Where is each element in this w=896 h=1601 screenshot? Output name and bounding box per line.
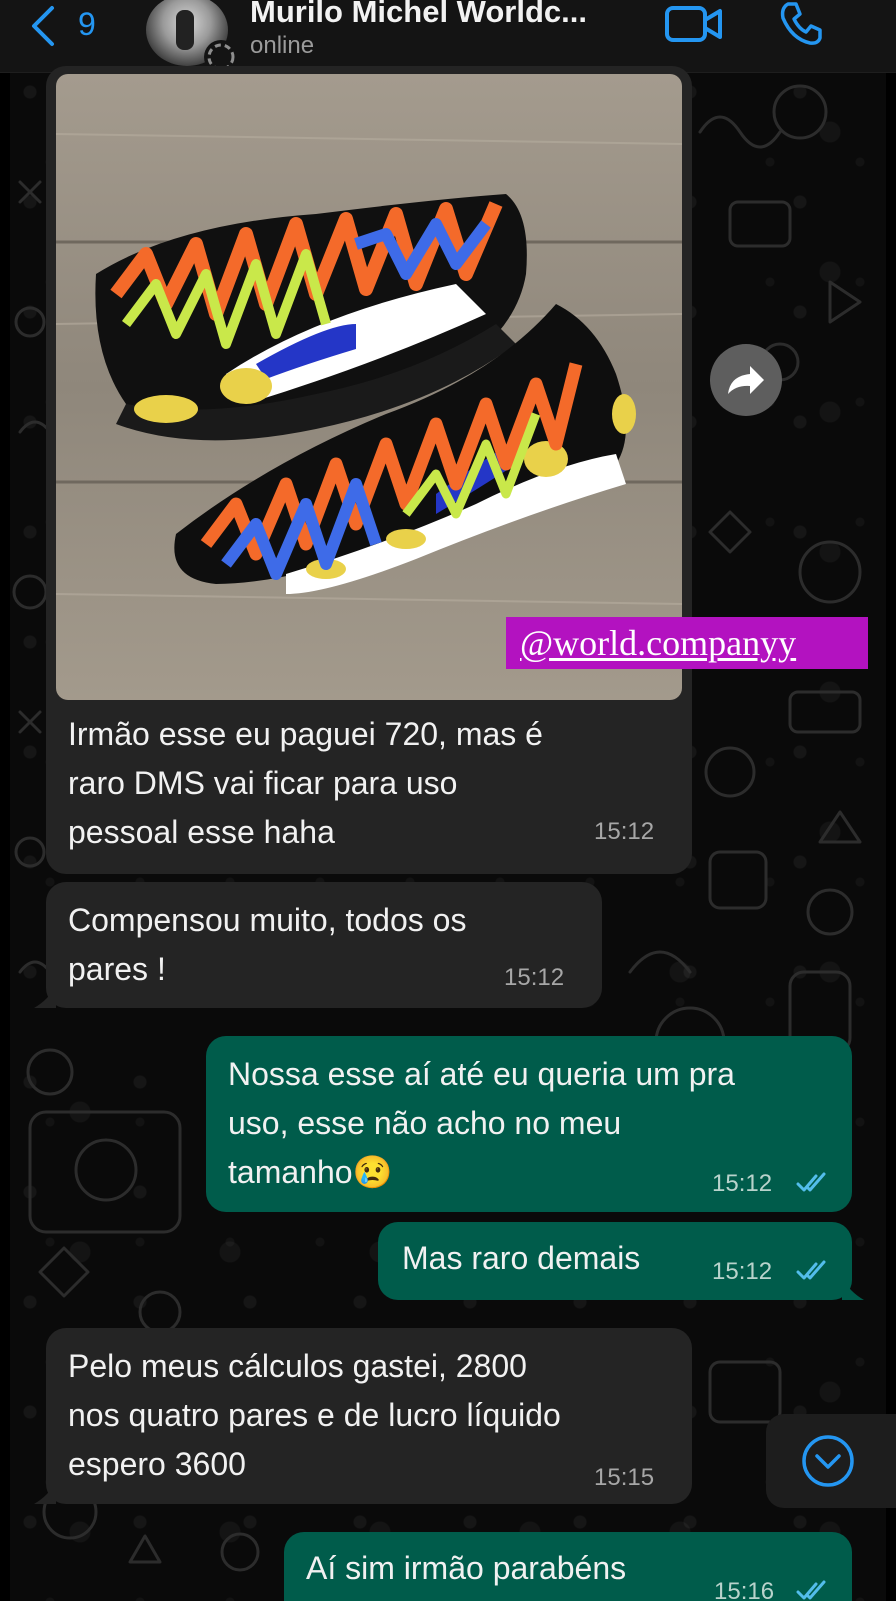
scroll-down-button[interactable] — [766, 1414, 896, 1508]
contact-name[interactable]: Murilo Michel Worldc... — [250, 0, 587, 30]
message-text: Compensou muito, todos os pares ! — [68, 902, 467, 987]
outgoing-message[interactable]: Aí sim irmão parabéns 15:16 — [284, 1532, 852, 1601]
phone-call-icon[interactable] — [778, 0, 824, 46]
double-check-icon — [796, 1580, 826, 1600]
instagram-watermark: @world.companyy — [506, 617, 868, 669]
chat-header: 9 Murilo Michel Worldc... online — [0, 0, 896, 74]
message-text: Pelo meus cálculos gastei, 2800 nos quat… — [68, 1348, 561, 1482]
message-text: Mas raro demais — [402, 1240, 641, 1276]
forward-icon — [728, 366, 764, 394]
chat-screen: 9 Murilo Michel Worldc... online 15:12 @… — [0, 0, 896, 1601]
message-text: Nossa esse aí até eu queria um pra uso, … — [228, 1056, 735, 1190]
incoming-message[interactable]: Pelo meus cálculos gastei, 2800 nos quat… — [34, 1328, 692, 1504]
message-time: 15:16 — [714, 1578, 775, 1601]
sneaker-photo[interactable] — [56, 74, 682, 700]
outgoing-message[interactable]: Mas raro demais 15:12 — [378, 1222, 864, 1300]
message-time: 15:12 — [712, 1170, 773, 1197]
unread-count[interactable]: 9 — [78, 6, 96, 43]
message-time: 15:12 — [504, 964, 565, 991]
contact-status: online — [250, 32, 315, 59]
message-text: Aí sim irmão parabéns — [306, 1550, 627, 1586]
message-time: 15:12 — [712, 1258, 773, 1285]
image-caption: Irmão esse eu paguei 720, mas é raro DMS… — [68, 716, 543, 850]
message-time: 15:12 — [594, 818, 655, 845]
outgoing-message[interactable]: Nossa esse aí até eu queria um pra uso, … — [206, 1036, 852, 1212]
forward-button[interactable] — [710, 344, 782, 416]
chevron-down-icon — [802, 1435, 854, 1487]
double-check-icon — [796, 1260, 826, 1280]
video-call-icon[interactable] — [664, 4, 724, 44]
back-chevron-icon[interactable] — [26, 4, 60, 48]
incoming-message[interactable]: Compensou muito, todos os pares ! 15:12 — [34, 882, 602, 1008]
message-time: 15:15 — [594, 1464, 655, 1491]
double-check-icon — [796, 1172, 826, 1192]
